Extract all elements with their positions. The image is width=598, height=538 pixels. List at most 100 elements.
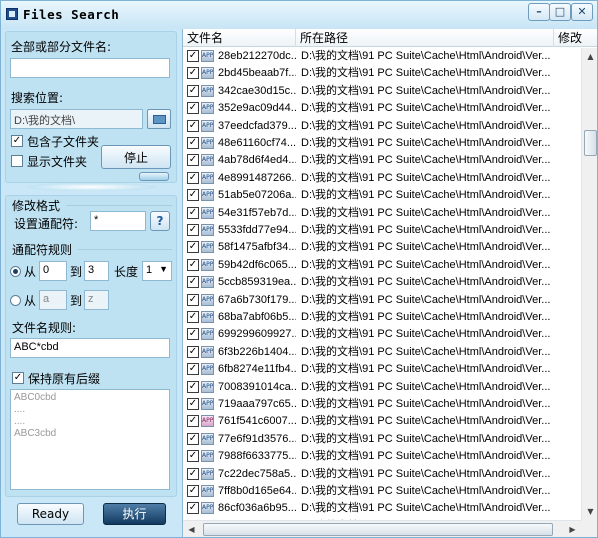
table-row[interactable]: ✓ APP 7c22dec758a5... D:\我的文档\91 PC Suite\C… <box>183 466 581 483</box>
row-checkbox[interactable]: ✓ <box>187 485 199 497</box>
rule2-from-input[interactable]: a <box>39 290 67 310</box>
wildcard-input[interactable]: * <box>90 211 146 231</box>
vertical-scrollbar[interactable]: ▲ ▼ <box>581 48 597 520</box>
row-checkbox[interactable]: ✓ <box>187 502 199 515</box>
row-checkbox[interactable]: ✓ <box>187 241 199 254</box>
table-row[interactable]: ✓ APP 7ff8b0d165e64... D:\我的文档\91 PC Suite\… <box>183 483 581 500</box>
table-row[interactable]: ✓ APP 5533fdd77e94... D:\我的文档\91 PC Suite\C… <box>183 222 581 239</box>
row-checkbox[interactable]: ✓ <box>187 293 199 306</box>
table-row[interactable]: ✓ APP 67a6b730f179... D:\我的文档\91 PC Suite\C… <box>183 292 581 309</box>
table-row[interactable]: ✓ APP 68ba7abf06b5... D:\我的文档\91 PC Suite\C… <box>183 309 581 326</box>
keep-extension-label: 保持原有后缀 <box>28 372 101 386</box>
vertical-scroll-thumb[interactable] <box>584 130 597 156</box>
row-checkbox[interactable]: ✓ <box>187 311 199 323</box>
include-subfolders-checkbox[interactable]: ✓ <box>11 135 23 147</box>
table-row[interactable]: ✓ APP 352e9ac09d44... D:\我的文档\91 PC Suite\C… <box>183 100 581 117</box>
scroll-down-arrow-icon[interactable]: ▼ <box>582 503 597 520</box>
rule-range-radio[interactable] <box>10 266 21 277</box>
scroll-left-arrow-icon[interactable]: ◀ <box>183 521 200 537</box>
table-row[interactable]: ✓ APP 77e6f91d3576... D:\我的文档\91 PC Suite\C… <box>183 431 581 448</box>
table-row[interactable]: ✓ APP 2bd45beaab7f... D:\我的文档\91 PC Suite\C… <box>183 65 581 82</box>
table-row[interactable]: ✓ APP 86cf036a6b95... D:\我的文档\91 PC Suite\C… <box>183 500 581 517</box>
rule1-from-input[interactable]: 0 <box>39 261 67 281</box>
rule2-to-input[interactable]: z <box>84 290 109 310</box>
browse-folder-button[interactable] <box>147 109 171 129</box>
row-checkbox[interactable]: ✓ <box>187 380 199 393</box>
preview-line: .... <box>14 416 26 427</box>
table-row[interactable]: ✓ APP 7988f6633775... D:\我的文档\91 PC Suite\C… <box>183 448 581 465</box>
filename-rule-input[interactable]: ABC*cbd <box>10 338 170 358</box>
row-checkbox[interactable]: ✓ <box>187 432 199 445</box>
row-checkbox[interactable]: ✓ <box>187 67 199 80</box>
row-checkbox[interactable]: ✓ <box>187 119 199 132</box>
close-button[interactable]: ✕ <box>571 3 593 21</box>
row-checkbox[interactable]: ✓ <box>187 363 199 376</box>
help-button[interactable]: ? <box>150 211 170 231</box>
filename-rule-label: 文件名规则: <box>12 321 77 335</box>
table-row[interactable]: ✓ APP 719aaa797c65... D:\我的文档\91 PC Suite\C… <box>183 396 581 413</box>
column-header-filename[interactable]: 文件名 <box>183 29 296 47</box>
file-name-cell: 5533fdd77e94... <box>218 224 296 236</box>
table-row[interactable]: ✓ APP 5ccb859319ea... D:\我的文档\91 PC Suite\C… <box>183 274 581 291</box>
table-row[interactable]: ✓ APP 699299609927... D:\我的文档\91 PC Suite\C… <box>183 326 581 343</box>
rule1-to-input[interactable]: 3 <box>84 261 109 281</box>
file-icon: APP <box>201 380 214 393</box>
row-checkbox[interactable]: ✓ <box>187 224 199 236</box>
table-row[interactable]: ✓ APP 58f1475afbf34... D:\我的文档\91 PC Suite\… <box>183 239 581 256</box>
row-checkbox[interactable]: ✓ <box>187 450 199 463</box>
rule2-from-label: 从 <box>24 294 37 308</box>
keep-extension-checkbox[interactable]: ✓ <box>12 372 24 384</box>
search-location-input[interactable]: D:\我的文档\ <box>10 109 143 129</box>
title-bar[interactable]: Files Search – □ ✕ <box>1 1 597 29</box>
stop-button[interactable]: 停止 <box>101 145 171 169</box>
row-checkbox[interactable]: ✓ <box>187 345 199 358</box>
table-row[interactable]: ✓ APP 342cae30d15c... D:\我的文档\91 PC Suite\C… <box>183 83 581 100</box>
row-checkbox[interactable]: ✓ <box>187 50 199 62</box>
length-value: 1 <box>146 264 153 276</box>
table-row[interactable]: ✓ APP 51ab5e07206a... D:\我的文档\91 PC Suite\C… <box>183 187 581 204</box>
row-checkbox[interactable]: ✓ <box>187 206 199 219</box>
ready-button[interactable]: Ready <box>17 503 84 525</box>
rule-letter-radio[interactable] <box>10 295 21 306</box>
file-path-cell: D:\我的文档\91 PC Suite\Cache\Html\Android\V… <box>301 502 551 515</box>
minimize-button[interactable]: – <box>528 3 550 21</box>
row-checkbox[interactable]: ✓ <box>187 84 199 97</box>
row-checkbox[interactable]: ✓ <box>187 258 199 271</box>
scroll-right-arrow-icon[interactable]: ▶ <box>564 521 581 537</box>
format-panel: 修改格式 设置通配符: * ? 通配符规则 从 0 到 3 长度 1 ▼ 从 a… <box>5 195 177 497</box>
scroll-up-arrow-icon[interactable]: ▲ <box>582 48 597 65</box>
length-select[interactable]: 1 ▼ <box>142 261 172 281</box>
row-checkbox[interactable]: ✓ <box>187 328 199 341</box>
row-checkbox[interactable]: ✓ <box>187 398 199 410</box>
row-checkbox[interactable]: ✓ <box>187 137 199 149</box>
horizontal-scrollbar[interactable]: ◀ ▶ <box>183 520 581 537</box>
row-checkbox[interactable]: ✓ <box>187 189 199 202</box>
row-checkbox[interactable]: ✓ <box>187 154 199 167</box>
row-checkbox[interactable]: ✓ <box>187 467 199 480</box>
table-row[interactable]: ✓ APP 37eedcfad379... D:\我的文档\91 PC Suite\C… <box>183 118 581 135</box>
column-header-modified[interactable]: 修改 <box>554 29 597 47</box>
filename-input[interactable] <box>10 58 170 78</box>
include-subfolders-label: 包含子文件夹 <box>27 135 100 149</box>
table-row[interactable]: ✓ APP 4ab78d6f4ed4... D:\我的文档\91 PC Suite\C… <box>183 152 581 169</box>
table-row[interactable]: ✓ APP 28eb212270dc... D:\我的文档\91 PC Suite\C… <box>183 48 581 65</box>
execute-button[interactable]: 执行 <box>103 503 166 525</box>
show-folders-checkbox[interactable] <box>11 155 23 167</box>
table-row[interactable]: ✓ APP 59b42df6c065... D:\我的文档\91 PC Suite\C… <box>183 257 581 274</box>
table-row[interactable]: ✓ APP 761f541c6007... D:\我的文档\91 PC Suite\C… <box>183 413 581 430</box>
table-row[interactable]: ✓ APP 48e61160cf74... D:\我的文档\91 PC Suite\C… <box>183 135 581 152</box>
row-checkbox[interactable]: ✓ <box>187 102 199 115</box>
horizontal-scroll-thumb[interactable] <box>203 523 553 536</box>
row-checkbox[interactable]: ✓ <box>187 171 199 184</box>
maximize-button[interactable]: □ <box>549 3 571 21</box>
file-name-cell: 7c22dec758a5... <box>218 467 296 480</box>
table-row[interactable]: ✓ APP 4e8991487266... D:\我的文档\91 PC Suite\C… <box>183 170 581 187</box>
column-header-path[interactable]: 所在路径 <box>296 29 554 47</box>
table-row[interactable]: ✓ APP 6fb8274e11fb4... D:\我的文档\91 PC Suite\… <box>183 361 581 378</box>
row-checkbox[interactable]: ✓ <box>187 276 199 289</box>
table-row[interactable]: ✓ APP 6f3b226b1404... D:\我的文档\91 PC Suite\C… <box>183 344 581 361</box>
table-row[interactable]: ✓ APP 54e31f57eb7d... D:\我的文档\91 PC Suite\C… <box>183 205 581 222</box>
row-checkbox[interactable]: ✓ <box>187 415 199 428</box>
table-row[interactable]: ✓ APP 7008391014ca... D:\我的文档\91 PC Suite\C… <box>183 379 581 396</box>
file-path-cell: D:\我的文档\91 PC Suite\Cache\Html\Android\V… <box>301 311 551 323</box>
